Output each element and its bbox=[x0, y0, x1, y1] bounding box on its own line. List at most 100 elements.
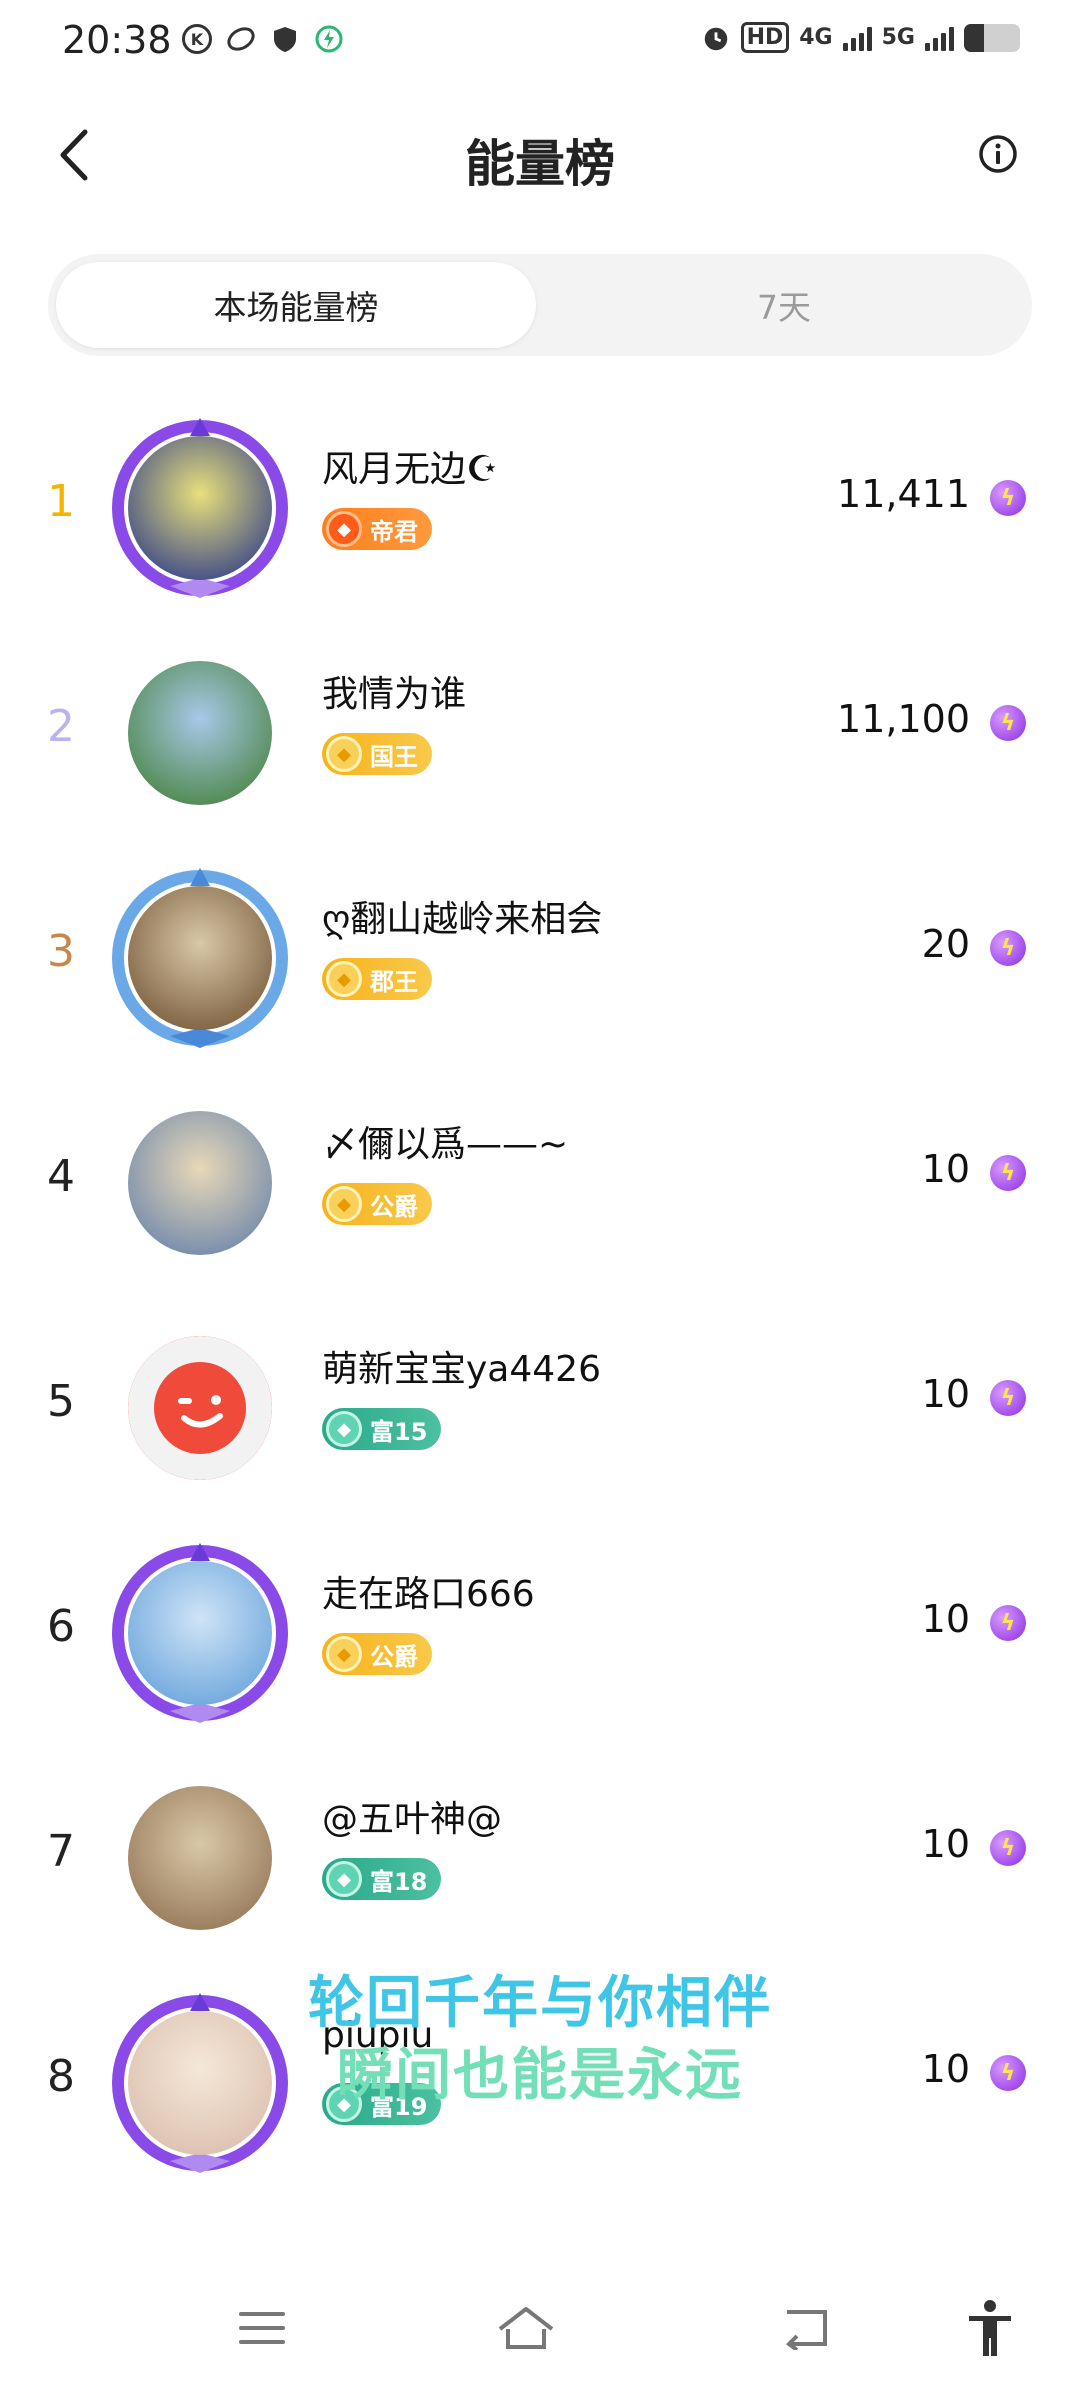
avatar[interactable] bbox=[110, 418, 290, 598]
energy-bolt-icon: ϟ bbox=[990, 1830, 1026, 1866]
info-circle-icon bbox=[979, 135, 1017, 173]
ranking-row[interactable]: 4 〆儞以爲——~ ◆ 公爵 10 ϟ bbox=[0, 1075, 1080, 1295]
level-badge: ◆ 富15 bbox=[322, 1408, 442, 1450]
battery-icon bbox=[964, 23, 1020, 52]
rank-number: 7 bbox=[47, 1826, 75, 1877]
avatar[interactable] bbox=[110, 1768, 290, 1948]
energy-bolt-icon: ϟ bbox=[990, 480, 1026, 516]
badge-emblem-icon: ◆ bbox=[326, 961, 362, 997]
user-nickname: ღ翻山越岭来相会 bbox=[322, 899, 603, 940]
avatar-image bbox=[128, 436, 272, 580]
badge-label: 富15 bbox=[370, 1417, 428, 1446]
avatar[interactable] bbox=[110, 1543, 290, 1723]
hd-indicator: HD bbox=[740, 22, 790, 53]
badge-label: 公爵 bbox=[370, 1192, 418, 1221]
avatar-image bbox=[128, 1336, 272, 1480]
tab-session-ranking[interactable]: 本场能量榜 bbox=[56, 262, 536, 348]
avatar[interactable] bbox=[110, 1093, 290, 1273]
rank-number: 5 bbox=[47, 1376, 75, 1427]
back-nav-button[interactable] bbox=[766, 2288, 846, 2368]
user-nickname: 我情为谁 bbox=[322, 674, 467, 715]
avatar[interactable] bbox=[110, 1318, 290, 1498]
energy-score: 10 bbox=[921, 1597, 970, 1641]
shield-icon bbox=[270, 24, 300, 54]
menu-button[interactable] bbox=[222, 2288, 302, 2368]
home-icon bbox=[498, 2307, 554, 2349]
ranking-row[interactable]: 7 @五叶神@ ◆ 富18 10 ϟ bbox=[0, 1750, 1080, 1970]
energy-score: 20 bbox=[921, 922, 970, 966]
energy-bolt-icon: ϟ bbox=[990, 705, 1026, 741]
level-badge: ◆ 公爵 bbox=[322, 1633, 432, 1675]
caption-line-2: 瞬间也能是永远 bbox=[337, 2043, 743, 2108]
status-system-icons: HD 4G 5G bbox=[701, 22, 1020, 53]
network-5g-label: 5G bbox=[881, 25, 915, 50]
energy-score: 11,100 bbox=[837, 697, 970, 741]
user-nickname: 萌新宝宝ya4426 bbox=[322, 1349, 601, 1390]
badge-emblem-icon: ◆ bbox=[326, 1636, 362, 1672]
user-nickname: 〆儞以爲——~ bbox=[322, 1124, 569, 1165]
k-app-icon: K bbox=[182, 24, 212, 54]
badge-emblem-icon: ◆ bbox=[326, 1186, 362, 1222]
rank-number: 1 bbox=[47, 476, 75, 527]
badge-label: 国王 bbox=[370, 742, 418, 771]
caption-line-1: 轮回千年与你相伴 bbox=[308, 1971, 772, 2036]
energy-score: 10 bbox=[921, 1372, 970, 1416]
alarm-icon bbox=[701, 23, 731, 53]
rank-number: 4 bbox=[47, 1151, 75, 1202]
badge-emblem-icon: ◆ bbox=[326, 511, 362, 547]
avatar-image bbox=[128, 1111, 272, 1255]
leaf-app-icon bbox=[226, 24, 256, 54]
ranking-row[interactable]: 5 萌新宝宝ya4426 ◆ 富15 10 ϟ bbox=[0, 1300, 1080, 1520]
level-badge: ◆ 帝君 bbox=[322, 508, 432, 550]
ranking-row[interactable]: 6 走在路口666 ◆ 公爵 10 ϟ bbox=[0, 1525, 1080, 1745]
badge-emblem-icon: ◆ bbox=[326, 736, 362, 772]
home-button[interactable] bbox=[486, 2288, 566, 2368]
system-nav-bar bbox=[0, 2248, 1080, 2408]
status-time: 20:38 bbox=[62, 18, 172, 62]
status-notification-icons: K bbox=[182, 24, 344, 54]
back-icon bbox=[785, 2310, 827, 2350]
level-badge: ◆ 富18 bbox=[322, 1858, 442, 1900]
badge-label: 郡王 bbox=[370, 967, 418, 996]
menu-icon bbox=[239, 2312, 285, 2344]
level-badge: ◆ 公爵 bbox=[322, 1183, 432, 1225]
network-4g-label: 4G bbox=[799, 25, 833, 50]
user-nickname: 走在路口666 bbox=[322, 1574, 535, 1615]
accessibility-icon bbox=[969, 2300, 1011, 2356]
avatar-image bbox=[128, 1561, 272, 1705]
accessibility-button[interactable] bbox=[950, 2288, 1030, 2368]
page-title: 能量榜 bbox=[465, 135, 615, 193]
badge-label: 公爵 bbox=[370, 1642, 418, 1671]
energy-bolt-icon: ϟ bbox=[990, 1380, 1026, 1416]
avatar-image bbox=[128, 1786, 272, 1930]
badge-emblem-icon: ◆ bbox=[326, 1411, 362, 1447]
badge-label: 帝君 bbox=[370, 517, 418, 546]
charging-app-icon bbox=[314, 24, 344, 54]
user-nickname: @五叶神@ bbox=[322, 1799, 503, 1840]
header: 能量榜 bbox=[0, 110, 1080, 200]
ranking-row[interactable]: 2 我情为谁 ◆ 国王 11,100 ϟ bbox=[0, 625, 1080, 845]
user-nickname: 风月无边☪ bbox=[322, 449, 499, 490]
avatar[interactable] bbox=[110, 868, 290, 1048]
tab-7-days[interactable]: 7天 bbox=[544, 262, 1024, 348]
energy-bolt-icon: ϟ bbox=[990, 1605, 1026, 1641]
signal-4g-icon bbox=[842, 25, 872, 51]
level-badge: ◆ 国王 bbox=[322, 733, 432, 775]
energy-bolt-icon: ϟ bbox=[990, 930, 1026, 966]
avatar-image bbox=[128, 886, 272, 1030]
ranking-row[interactable]: 3 ღ翻山越岭来相会 ◆ 郡王 20 ϟ bbox=[0, 850, 1080, 1070]
battery-level bbox=[964, 23, 984, 52]
rank-number: 3 bbox=[47, 926, 75, 977]
avatar-image bbox=[128, 661, 272, 805]
level-badge: ◆ 郡王 bbox=[322, 958, 432, 1000]
badge-label: 富18 bbox=[370, 1867, 428, 1896]
energy-score: 11,411 bbox=[837, 472, 970, 516]
info-button[interactable] bbox=[974, 130, 1022, 178]
avatar[interactable] bbox=[110, 643, 290, 823]
signal-5g-icon bbox=[925, 25, 954, 51]
energy-score: 10 bbox=[921, 1822, 970, 1866]
smiley-logo-icon bbox=[128, 1336, 272, 1480]
ranking-row[interactable]: 1 风月无边☪ ◆ 帝君 11,411 ϟ bbox=[0, 400, 1080, 620]
rank-number: 6 bbox=[47, 1601, 75, 1652]
ranking-tabs: 本场能量榜 7天 bbox=[48, 254, 1032, 356]
